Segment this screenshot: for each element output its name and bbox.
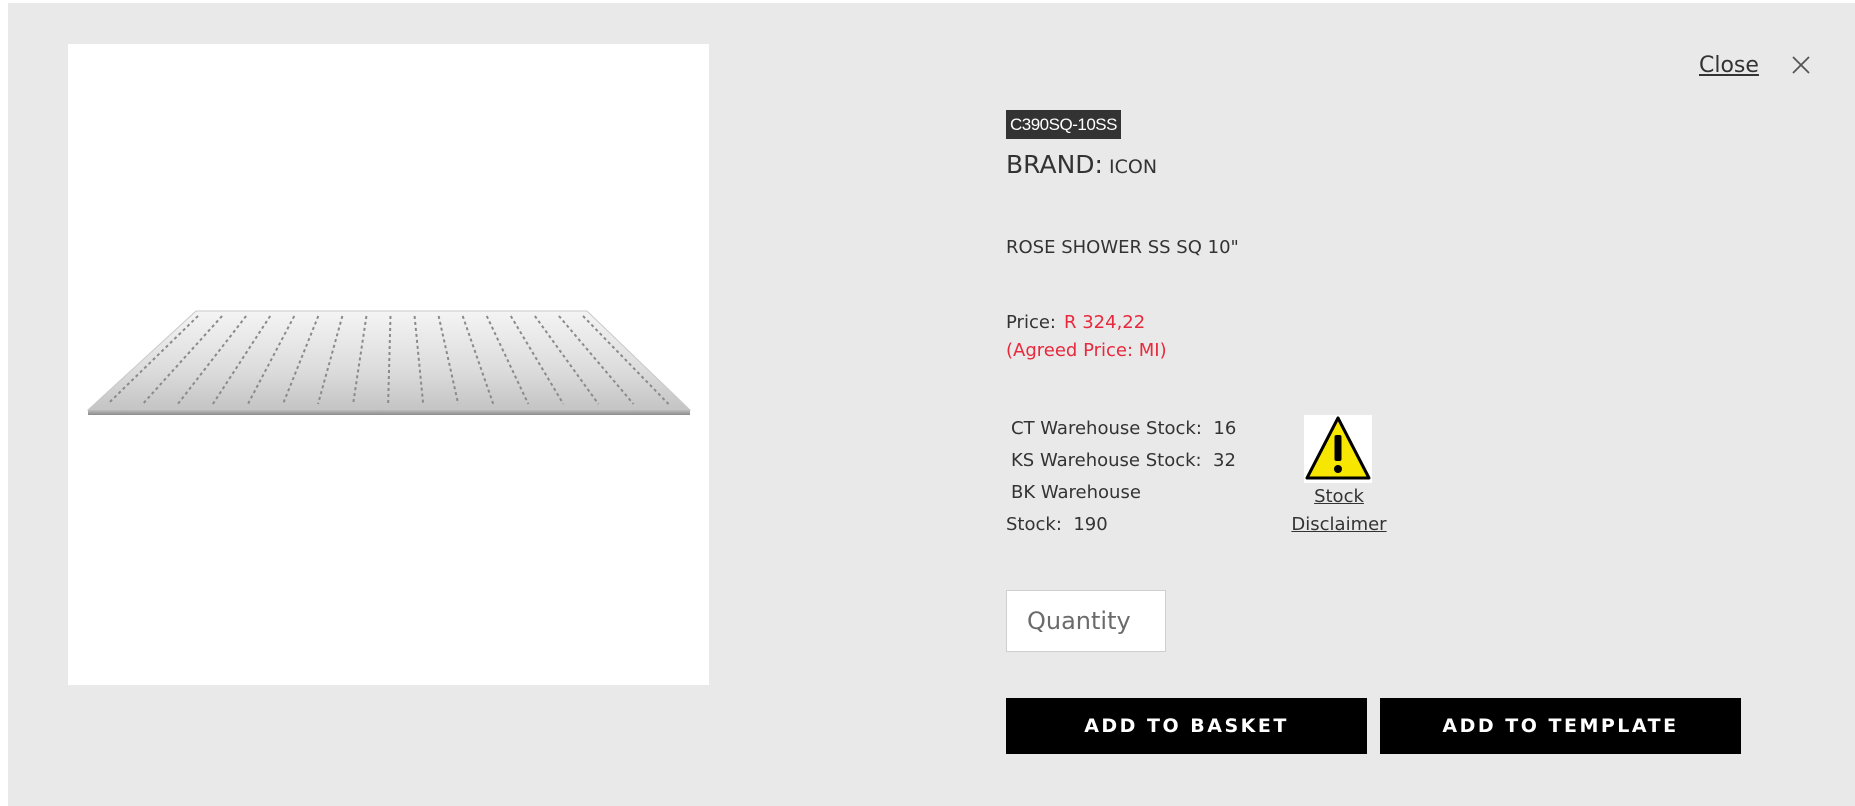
ct-stock-value: 16	[1213, 418, 1237, 439]
quantity-input[interactable]	[1006, 590, 1166, 652]
add-to-basket-button[interactable]: ADD TO BASKET	[1006, 698, 1367, 754]
disclaimer-line2[interactable]: Disclaimer	[1291, 514, 1386, 535]
price-value: R 324,22	[1063, 312, 1146, 333]
close-icon[interactable]	[1790, 54, 1812, 76]
warning-icon[interactable]	[1304, 415, 1372, 483]
product-image	[68, 44, 709, 685]
bk-stock-label-line1: BK Warehouse	[1011, 482, 1141, 503]
bk-stock-label-line2: Stock:	[1006, 514, 1062, 535]
stock-disclaimer-link[interactable]: Stock Disclaimer	[1290, 483, 1388, 539]
bk-stock-value: 190	[1073, 514, 1108, 535]
disclaimer-line1[interactable]: Stock	[1314, 486, 1364, 507]
product-description: ROSE SHOWER SS SQ 10"	[1006, 237, 1239, 258]
ks-stock-label: KS Warehouse Stock:	[1011, 450, 1202, 471]
agreed-price: (Agreed Price: MI)	[1006, 340, 1167, 361]
shower-head-image	[86, 310, 692, 415]
brand-value: ICON	[1109, 156, 1158, 178]
bk-stock: Stock: 190	[1006, 514, 1108, 535]
brand-label: BRAND:	[1006, 150, 1103, 179]
sku-badge: C390SQ-10SS	[1006, 110, 1121, 139]
add-to-template-button[interactable]: ADD TO TEMPLATE	[1380, 698, 1741, 754]
ks-stock: KS Warehouse Stock: 32	[1011, 450, 1236, 471]
close-link[interactable]: Close	[1699, 53, 1759, 78]
ct-stock: CT Warehouse Stock: 16	[1011, 418, 1236, 439]
price-line: Price: R 324,22	[1006, 312, 1145, 333]
price-label: Price:	[1006, 312, 1056, 333]
ct-stock-label: CT Warehouse Stock:	[1011, 418, 1202, 439]
ks-stock-value: 32	[1213, 450, 1236, 471]
brand-line: BRAND: ICON	[1006, 150, 1157, 179]
